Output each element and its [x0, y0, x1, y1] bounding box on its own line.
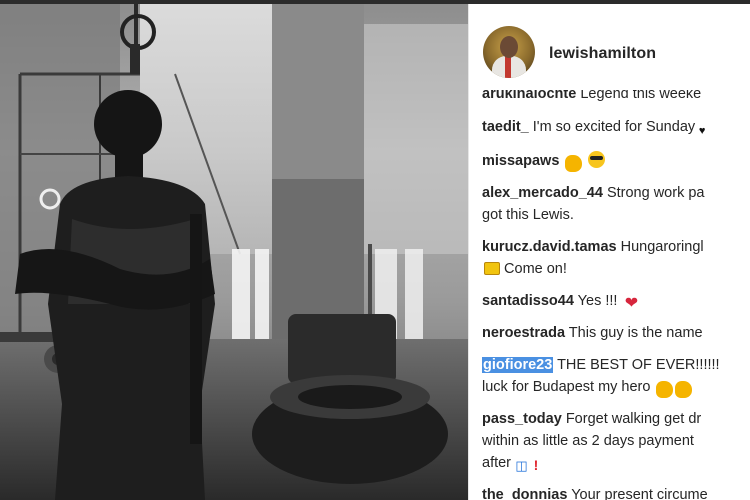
- exclamation-icon: !: [533, 457, 539, 473]
- avatar[interactable]: [483, 26, 535, 78]
- comment-username[interactable]: santadisso44: [482, 293, 574, 309]
- comment-text: Legend this weeke: [580, 90, 702, 102]
- comment-item: missapaws m: [469, 150, 750, 172]
- comment-item: alex_mercado_44 Strong work pa got this …: [469, 182, 750, 226]
- comment-item: giofiore23 THE BEST OF EVER!!!!!! luck f…: [469, 354, 750, 398]
- comment-username[interactable]: missapaws: [482, 153, 559, 169]
- comment-text-line2: got this Lewis.: [482, 207, 574, 223]
- comment-text-line3: after: [482, 455, 512, 471]
- comment-username[interactable]: kurucz.david.tamas: [482, 239, 617, 255]
- avatar-face: [500, 36, 518, 58]
- comment-text: Your present circume: [571, 487, 708, 500]
- comment-username[interactable]: arukinalocnte: [482, 90, 576, 102]
- avatar-stripe: [505, 56, 511, 78]
- black-heart-icon: ♥: [698, 125, 706, 137]
- comment-item: kurucz.david.tamas Hungaroringl Come on!: [469, 236, 750, 280]
- comment-username-selected[interactable]: giofiore23: [482, 357, 554, 373]
- post-header: lewishamilton: [469, 4, 750, 82]
- sunglasses-face-icon: [588, 151, 606, 168]
- comment-text: Forget walking get dr: [565, 411, 702, 427]
- comments-list: arukinalocnte Legend this weeke taedit_ …: [469, 90, 750, 500]
- comment-item: taedit_ I'm so excited for Sunday ♥: [469, 116, 750, 140]
- comment-item: neroestrada This guy is the name: [469, 322, 750, 344]
- post-photo[interactable]: [0, 4, 468, 500]
- hungary-flag-icon: [484, 262, 500, 275]
- comment-text: Strong work pa: [606, 185, 705, 201]
- comment-item: the_donnias Your present circume: [469, 484, 750, 500]
- comment-text-line2: Come on!: [504, 261, 567, 277]
- car-icon: ◫: [515, 458, 528, 473]
- post-sidebar: lewishamilton arukinalocnte Legend this …: [469, 4, 750, 500]
- post-username[interactable]: lewishamilton: [549, 45, 656, 63]
- flexed-biceps-icon: m: [565, 155, 583, 172]
- comment-username[interactable]: alex_mercado_44: [482, 185, 603, 201]
- comment-username[interactable]: pass_today: [482, 411, 562, 427]
- flexed-biceps-icon: m: [656, 381, 674, 398]
- comment-item: pass_today Forget walking get dr within …: [469, 408, 750, 474]
- comment-item: arukinalocnte Legend this weeke: [469, 90, 750, 106]
- comment-text-line2: within as little as 2 days payment: [482, 433, 694, 449]
- comment-text: Yes !!!: [577, 293, 618, 309]
- comment-text: THE BEST OF EVER!!!!!!: [557, 357, 720, 373]
- comment-text-line2: luck for Budapest my hero: [482, 379, 651, 395]
- comment-item: santadisso44 Yes !!! ❤: [469, 290, 750, 312]
- red-heart-icon: ❤: [624, 295, 639, 312]
- comment-username[interactable]: neroestrada: [482, 325, 565, 341]
- comment-text: This guy is the name: [568, 325, 703, 341]
- comment-text: I'm so excited for Sunday: [532, 119, 696, 135]
- comment-text: Hungaroringl: [620, 239, 704, 255]
- comment-username[interactable]: the_donnias: [482, 487, 567, 500]
- flexed-biceps-icon: m: [675, 381, 693, 398]
- comment-username[interactable]: taedit_: [482, 119, 529, 135]
- gym-scene-illustration: [0, 4, 468, 500]
